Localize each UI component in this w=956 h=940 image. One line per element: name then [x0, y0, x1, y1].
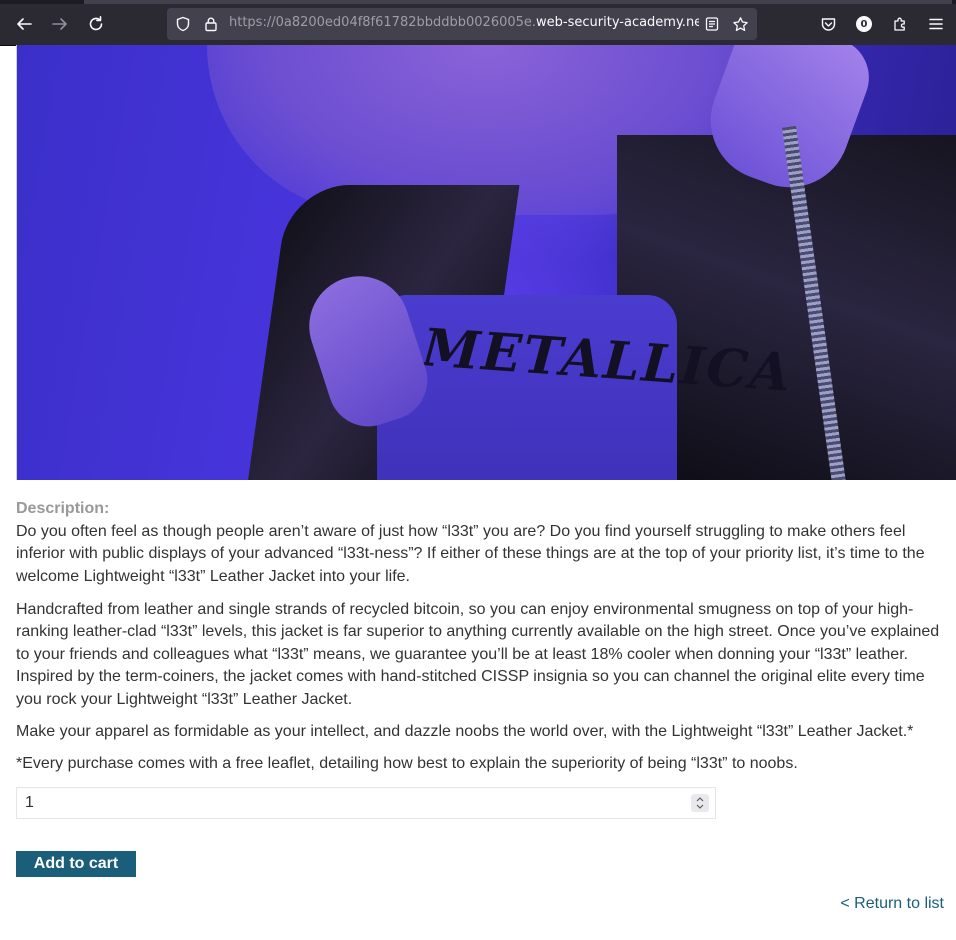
description-paragraph: *Every purchase comes with a free leafle… [16, 755, 798, 772]
pocket-icon [821, 17, 835, 31]
reader-view-icon[interactable] [702, 14, 722, 34]
description-label: Description: [16, 500, 110, 517]
bookmark-star-icon[interactable] [730, 14, 750, 34]
quantity-stepper[interactable] [691, 794, 709, 812]
add-to-cart-button[interactable]: Add to cart [16, 851, 136, 877]
description-paragraph: Handcrafted from leather and single stra… [16, 601, 940, 708]
extension-count-badge: 0 [856, 16, 872, 32]
product-image: METALLICA [16, 45, 956, 480]
reload-icon [89, 16, 103, 31]
description-paragraph: Do you often feel as though people aren’… [16, 523, 925, 585]
arrow-right-icon [52, 18, 67, 30]
puzzle-piece-icon [893, 17, 905, 31]
tracking-protection-shield-icon[interactable] [173, 14, 193, 34]
arrow-left-icon [17, 18, 32, 30]
reload-button[interactable] [82, 10, 110, 38]
chevron-down-icon[interactable] [696, 804, 704, 809]
lock-icon[interactable] [201, 14, 221, 34]
pocket-button[interactable] [814, 10, 842, 38]
chevron-up-icon[interactable] [696, 797, 704, 802]
address-bar[interactable]: https://0a8200ed04f8f61782bbddbb0026005e… [167, 8, 757, 40]
tab-strip-edge [0, 0, 956, 4]
description-paragraph: Make your apparel as formidable as your … [16, 723, 914, 740]
app-menu-button[interactable] [922, 10, 950, 38]
extensions-button[interactable] [886, 10, 914, 38]
hamburger-menu-icon [929, 18, 943, 30]
quantity-input[interactable]: 1 [16, 787, 716, 819]
back-button[interactable] [10, 10, 38, 38]
quantity-value: 1 [25, 794, 34, 811]
active-tab-edge[interactable] [84, 0, 952, 4]
return-to-list-link[interactable]: < Return to list [840, 895, 944, 913]
forward-button[interactable] [46, 10, 74, 38]
extension-badge-button[interactable]: 0 [850, 10, 878, 38]
url-prefix: https://0a8200ed04f8f61782bbddbb0026005e… [229, 15, 537, 30]
url-text[interactable]: https://0a8200ed04f8f61782bbddbb0026005e… [229, 15, 699, 33]
browser-toolbar: https://0a8200ed04f8f61782bbddbb0026005e… [0, 0, 956, 46]
url-domain: web-security-academy.net [536, 15, 699, 30]
